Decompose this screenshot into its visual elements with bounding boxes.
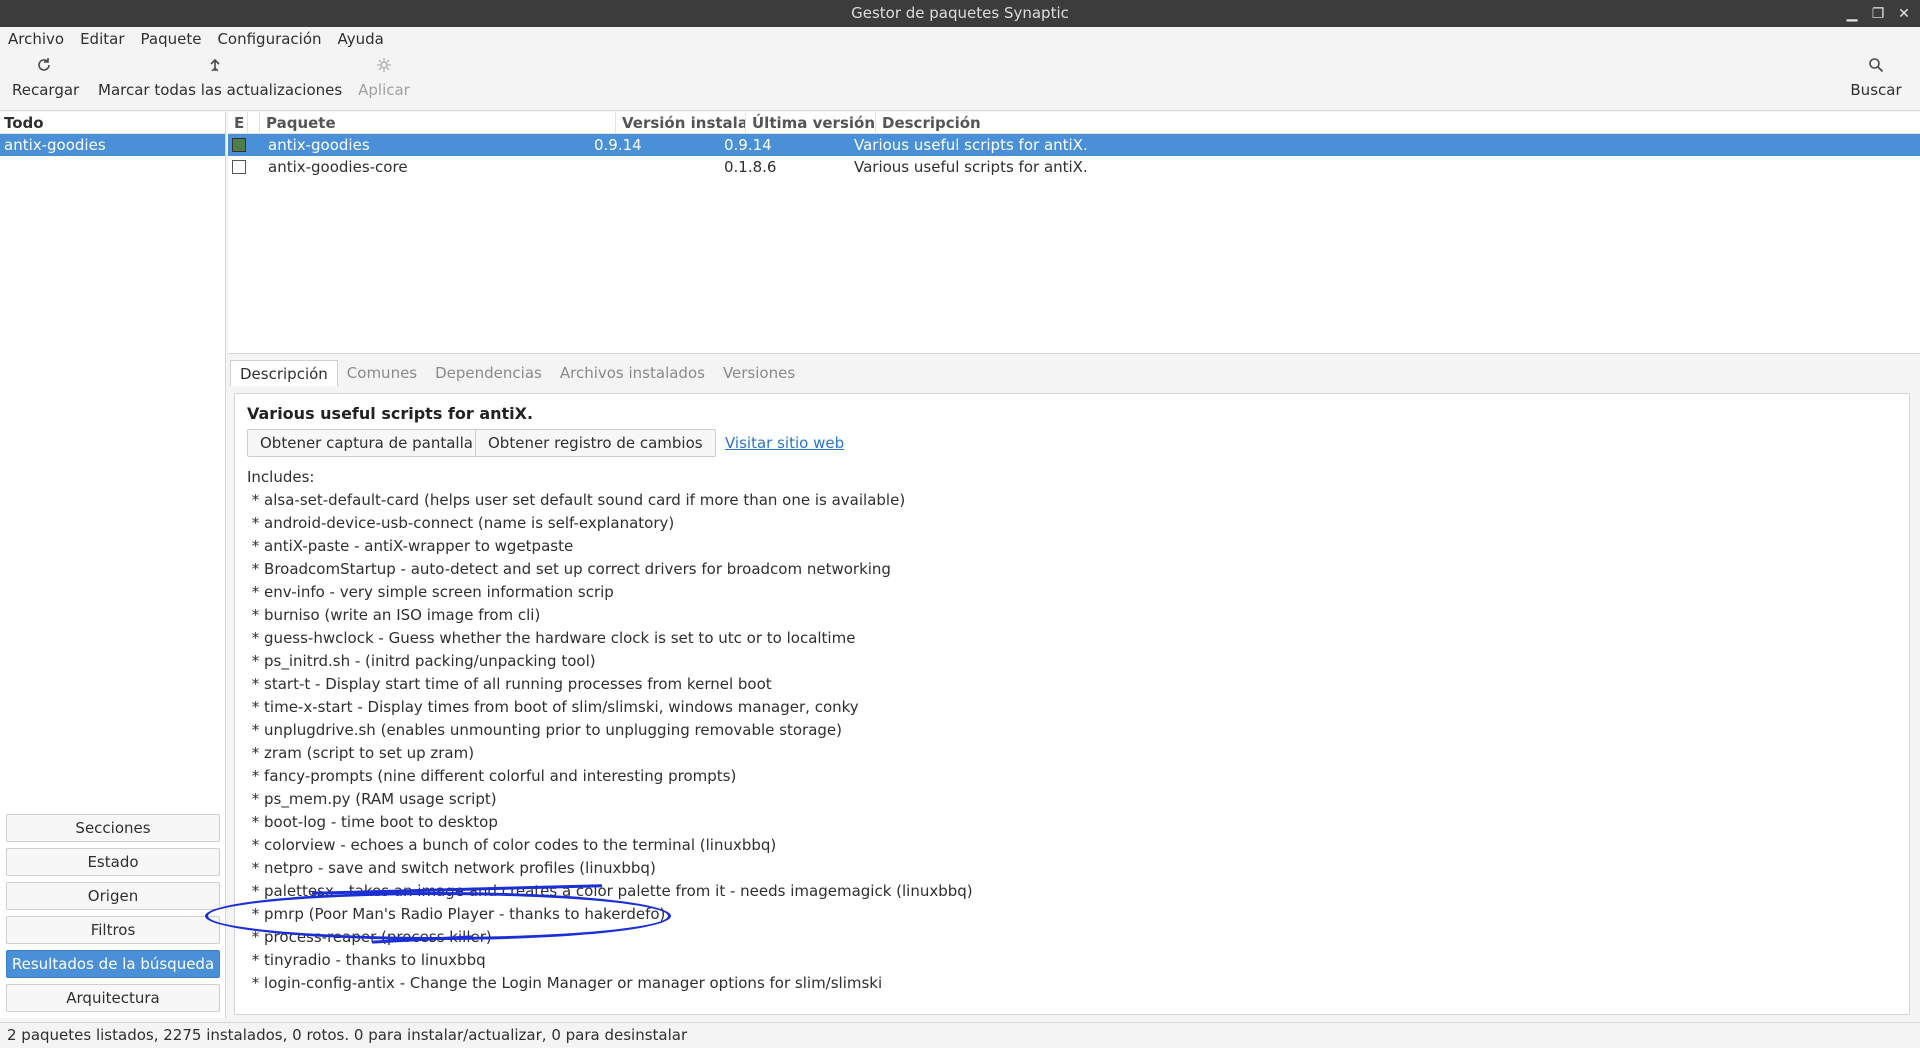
description-line: * login-config-antix - Change the Login … bbox=[247, 974, 883, 992]
description-line: * netpro - save and switch network profi… bbox=[247, 859, 656, 877]
search-button[interactable]: Buscar bbox=[1848, 57, 1904, 107]
filter-list-header[interactable]: Todo bbox=[0, 112, 225, 134]
mark-all-upgrades-button[interactable]: Marcar todas las actualizaciones bbox=[98, 57, 343, 107]
menu-ayuda[interactable]: Ayuda bbox=[330, 27, 392, 51]
package-latest-version: 0.9.14 bbox=[724, 136, 772, 154]
column-support[interactable] bbox=[248, 112, 260, 134]
tab-installed-files[interactable]: Archivos instalados bbox=[551, 360, 714, 386]
menu-archivo[interactable]: Archivo bbox=[0, 27, 72, 51]
tab-dependencies[interactable]: Dependencias bbox=[426, 360, 551, 386]
package-list: E Paquete Versión instalad Última versió… bbox=[228, 112, 1920, 354]
menu-configuracion[interactable]: Configuración bbox=[209, 27, 329, 51]
package-description: Various useful scripts for antiX. bbox=[854, 136, 1088, 154]
apply-label: Aplicar bbox=[358, 81, 410, 99]
package-row[interactable]: antix-goodies-core 0.1.8.6 Various usefu… bbox=[228, 156, 1920, 178]
description-panel: Various useful scripts for antiX. Obtene… bbox=[234, 393, 1910, 1015]
description-line: * start-t - Display start time of all ru… bbox=[247, 675, 772, 693]
search-label: Buscar bbox=[1850, 81, 1902, 99]
description-line: * unplugdrive.sh (enables unmounting pri… bbox=[247, 721, 842, 739]
package-installed-version bbox=[588, 156, 718, 178]
description-line: * pmrp (Poor Man's Radio Player - thanks… bbox=[247, 905, 666, 923]
sections-button[interactable]: Secciones bbox=[6, 814, 220, 842]
get-changelog-button[interactable]: Obtener registro de cambios bbox=[475, 429, 716, 457]
description-line: * ps_initrd.sh - (initrd packing/unpacki… bbox=[247, 652, 596, 670]
menu-editar[interactable]: Editar bbox=[72, 27, 132, 51]
visit-website-link[interactable]: Visitar sitio web bbox=[725, 429, 844, 457]
description-title: Various useful scripts for antiX. bbox=[247, 404, 534, 423]
title-bar: Gestor de paquetes Synaptic ▁ ❐ ✕ bbox=[0, 0, 1920, 27]
description-line: * time-x-start - Display times from boot… bbox=[247, 698, 859, 716]
menu-bar: Archivo Editar Paquete Configuración Ayu… bbox=[0, 27, 1920, 51]
maximize-icon[interactable]: ❐ bbox=[1870, 6, 1886, 22]
search-icon bbox=[1848, 57, 1904, 79]
description-line: Includes: bbox=[247, 468, 315, 486]
filter-mode-buttons: Secciones Estado Origen Filtros Resultad… bbox=[6, 814, 220, 1018]
mark-all-label: Marcar todas las actualizaciones bbox=[98, 81, 343, 99]
status-button[interactable]: Estado bbox=[6, 848, 220, 876]
minimize-icon[interactable]: ▁ bbox=[1844, 6, 1860, 22]
search-results-button[interactable]: Resultados de la búsqueda bbox=[6, 950, 220, 978]
description-line: * tinyradio - thanks to linuxbbq bbox=[247, 951, 486, 969]
window-controls: ▁ ❐ ✕ bbox=[1844, 0, 1912, 27]
description-line: * palettesx - takes an image and creates… bbox=[247, 882, 973, 900]
status-bar: 2 paquetes listados, 2275 instalados, 0 … bbox=[0, 1022, 1920, 1048]
apply-button[interactable]: Aplicar bbox=[354, 57, 414, 107]
reload-icon bbox=[12, 57, 76, 79]
toolbar: Recargar Marcar todas las actualizacione… bbox=[0, 51, 1920, 111]
menu-paquete[interactable]: Paquete bbox=[133, 27, 210, 51]
description-line: * ps_mem.py (RAM usage script) bbox=[247, 790, 497, 808]
column-installed-version[interactable]: Versión instalad bbox=[616, 112, 746, 134]
reload-button[interactable]: Recargar bbox=[12, 57, 80, 107]
description-line: * guess-hwclock - Guess whether the hard… bbox=[247, 629, 856, 647]
upgrade-icon bbox=[98, 57, 332, 79]
tab-versions[interactable]: Versiones bbox=[714, 360, 804, 386]
description-line: * antiX-paste - antiX-wrapper to wgetpas… bbox=[247, 537, 574, 555]
filter-list-item[interactable]: antix-goodies bbox=[0, 134, 225, 156]
description-line: * env-info - very simple screen informat… bbox=[247, 583, 614, 601]
column-latest-version[interactable]: Última versión bbox=[746, 112, 876, 134]
reload-label: Recargar bbox=[12, 81, 80, 99]
tab-description[interactable]: Descripción bbox=[230, 360, 338, 386]
package-list-header: E Paquete Versión instalad Última versió… bbox=[228, 112, 1920, 134]
description-line: * BroadcomStartup - auto-detect and set … bbox=[247, 560, 891, 578]
column-status[interactable]: E bbox=[228, 112, 248, 134]
origin-button[interactable]: Origen bbox=[6, 882, 220, 910]
close-icon[interactable]: ✕ bbox=[1896, 6, 1912, 22]
column-package[interactable]: Paquete bbox=[260, 112, 616, 134]
package-description: Various useful scripts for antiX. bbox=[854, 158, 1088, 176]
window-title: Gestor de paquetes Synaptic bbox=[851, 4, 1069, 22]
tab-common[interactable]: Comunes bbox=[338, 360, 426, 386]
get-screenshot-button[interactable]: Obtener captura de pantalla bbox=[247, 429, 486, 457]
package-row[interactable]: antix-goodies 0.9.14 0.9.14 Various usef… bbox=[228, 134, 1920, 156]
description-line: * boot-log - time boot to desktop bbox=[247, 813, 498, 831]
column-description[interactable]: Descripción bbox=[876, 112, 1920, 134]
details-tabs: Descripción Comunes Dependencias Archivo… bbox=[230, 360, 804, 386]
description-line: * process-reaper (process killer) bbox=[247, 928, 492, 946]
description-line: * burniso (write an ISO image from cli) bbox=[247, 606, 541, 624]
description-line: * android-device-usb-connect (name is se… bbox=[247, 514, 675, 532]
package-checkbox[interactable] bbox=[232, 160, 246, 174]
description-line: * fancy-prompts (nine different colorful… bbox=[247, 767, 737, 785]
package-installed-checkbox[interactable] bbox=[232, 138, 246, 152]
filter-panel: Todo antix-goodies Secciones Estado Orig… bbox=[0, 112, 226, 1018]
architecture-button[interactable]: Arquitectura bbox=[6, 984, 220, 1012]
description-line: * alsa-set-default-card (helps user set … bbox=[247, 491, 906, 509]
custom-filters-button[interactable]: Filtros bbox=[6, 916, 220, 944]
package-name: antix-goodies-core bbox=[268, 158, 408, 176]
description-line: * colorview - echoes a bunch of color co… bbox=[247, 836, 777, 854]
package-installed-version: 0.9.14 bbox=[594, 136, 642, 154]
package-details: Descripción Comunes Dependencias Archivo… bbox=[228, 356, 1920, 1018]
package-name: antix-goodies bbox=[268, 136, 370, 154]
description-line: * zram (script to set up zram) bbox=[247, 744, 475, 762]
package-latest-version: 0.1.8.6 bbox=[724, 158, 777, 176]
description-text: Includes: * alsa-set-default-card (helps… bbox=[247, 466, 973, 995]
apply-icon bbox=[354, 57, 414, 79]
